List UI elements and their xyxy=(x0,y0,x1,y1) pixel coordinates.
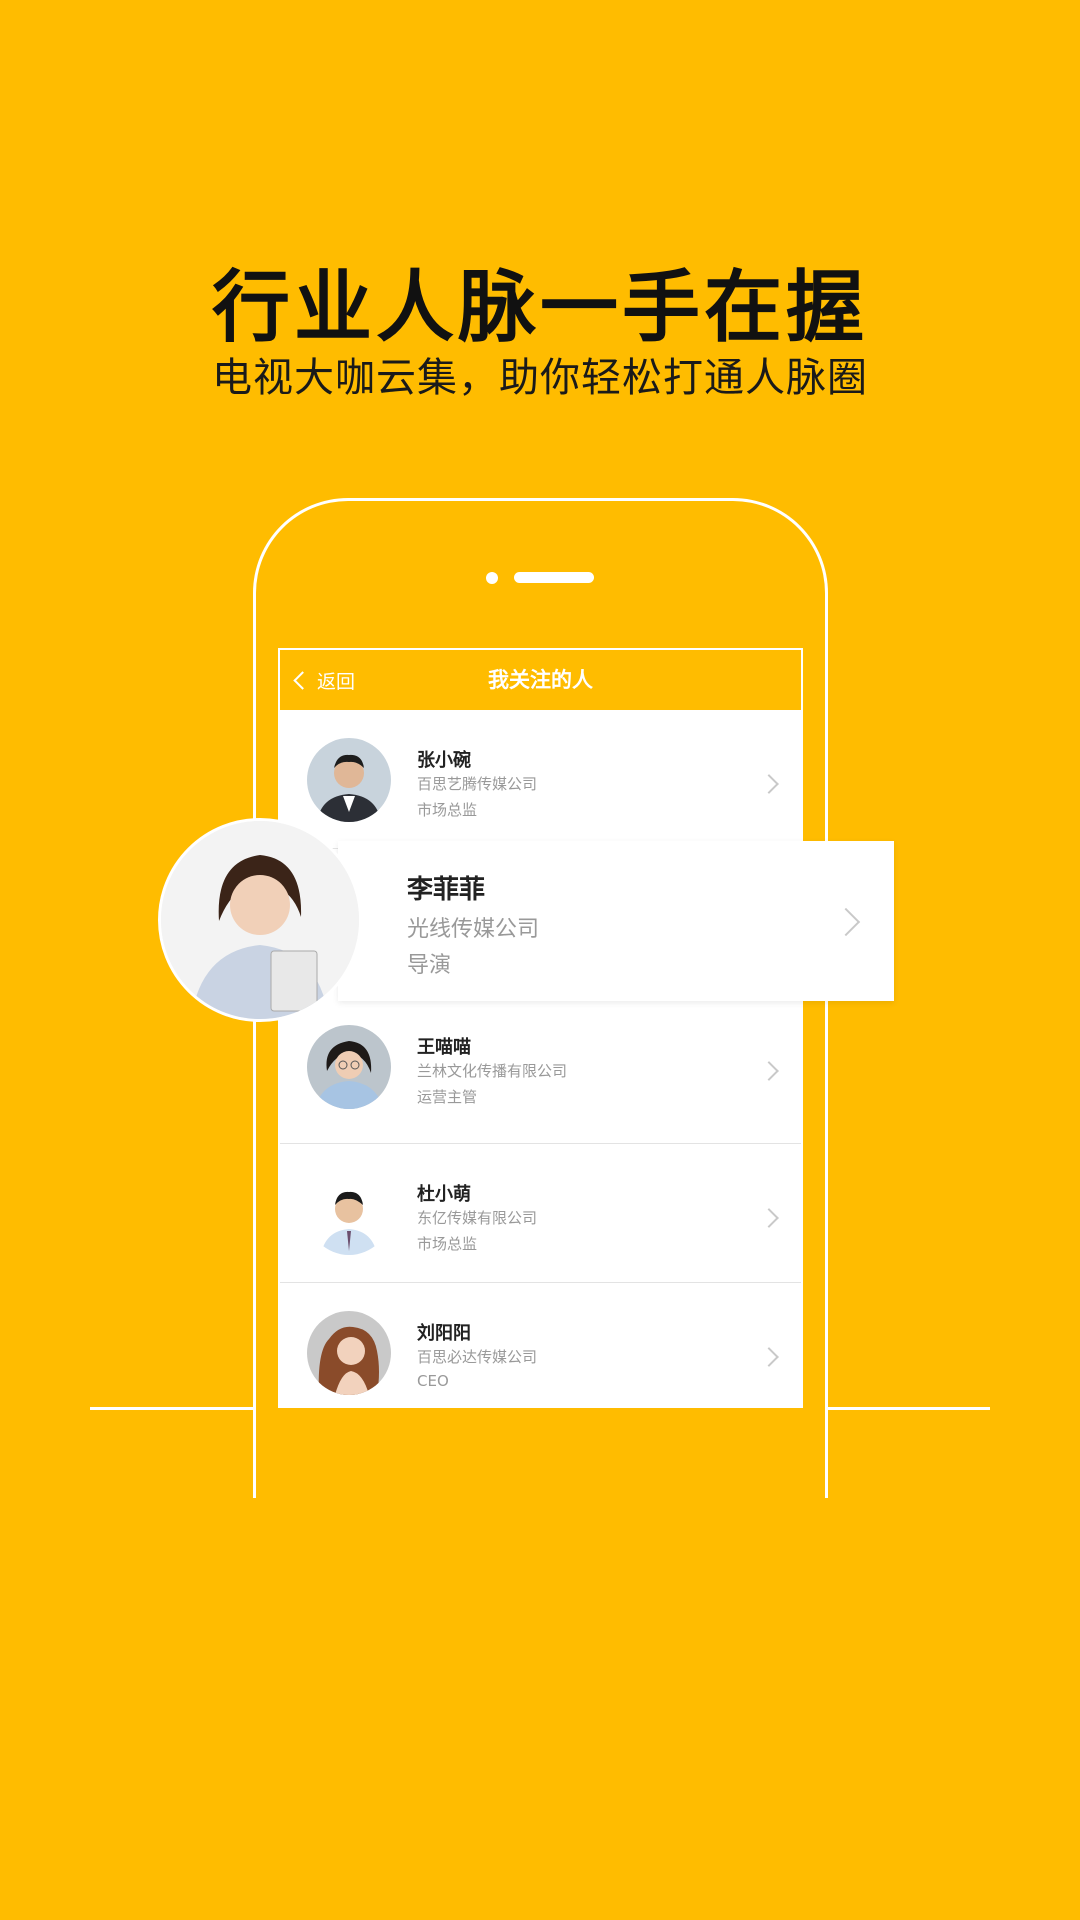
contact-company: 兰林文化传播有限公司 xyxy=(417,1062,568,1080)
speaker-slot xyxy=(514,572,594,583)
chevron-right-icon xyxy=(759,774,779,794)
headline: 行业人脉一手在握 xyxy=(211,263,868,353)
list-item[interactable]: 王喵喵 兰林文化传播有限公司 运营主管 xyxy=(280,1005,801,1144)
back-label: 返回 xyxy=(317,670,356,693)
list-item[interactable]: 刘阳阳 百思必达传媒公司 CEO xyxy=(280,1283,801,1406)
list-item[interactable]: 张小碗 百思艺腾传媒公司 市场总监 xyxy=(280,710,801,849)
big-contact-company: 光线传媒公司 xyxy=(407,917,540,942)
contact-company: 百思必达传媒公司 xyxy=(417,1348,538,1366)
contact-title: 市场总监 xyxy=(417,801,478,819)
big-contact-title: 导演 xyxy=(407,953,452,978)
subline: 电视大咖云集，助你轻松打通人脉圈 xyxy=(212,355,868,401)
list-item[interactable]: 杜小萌 东亿传媒有限公司 市场总监 xyxy=(280,1144,801,1283)
camera-dot xyxy=(486,572,498,584)
chevron-left-icon xyxy=(293,670,312,690)
back-button[interactable]: 返回 xyxy=(292,664,355,696)
avatar xyxy=(307,1171,391,1255)
baseline-right xyxy=(826,1407,990,1410)
contact-title: 市场总监 xyxy=(417,1235,478,1253)
avatar xyxy=(307,738,391,822)
nav-title: 我关注的人 xyxy=(488,668,593,692)
contact-name: 张小碗 xyxy=(417,750,471,771)
contact-company: 百思艺腾传媒公司 xyxy=(417,775,538,793)
baseline-left xyxy=(90,1407,254,1410)
navbar: 我关注的人 返回 xyxy=(280,650,801,710)
phone-screen: 我关注的人 返回 张小碗 百思艺腾传媒公司 市场总监 王喵喵 兰林文化传播有限公… xyxy=(278,648,803,1408)
contact-company: 东亿传媒有限公司 xyxy=(417,1209,538,1227)
contact-title: CEO xyxy=(417,1372,449,1390)
chevron-right-icon xyxy=(759,1208,779,1228)
contact-name: 王喵喵 xyxy=(417,1037,471,1058)
avatar xyxy=(307,1311,391,1395)
contact-name: 刘阳阳 xyxy=(417,1323,471,1344)
contact-title: 运营主管 xyxy=(417,1088,478,1106)
big-avatar xyxy=(158,818,362,1022)
avatar xyxy=(307,1025,391,1109)
chevron-right-icon xyxy=(759,1061,779,1081)
contact-name: 杜小萌 xyxy=(417,1184,471,1205)
chevron-right-icon xyxy=(759,1347,779,1367)
big-contact-name: 李菲菲 xyxy=(407,875,486,905)
